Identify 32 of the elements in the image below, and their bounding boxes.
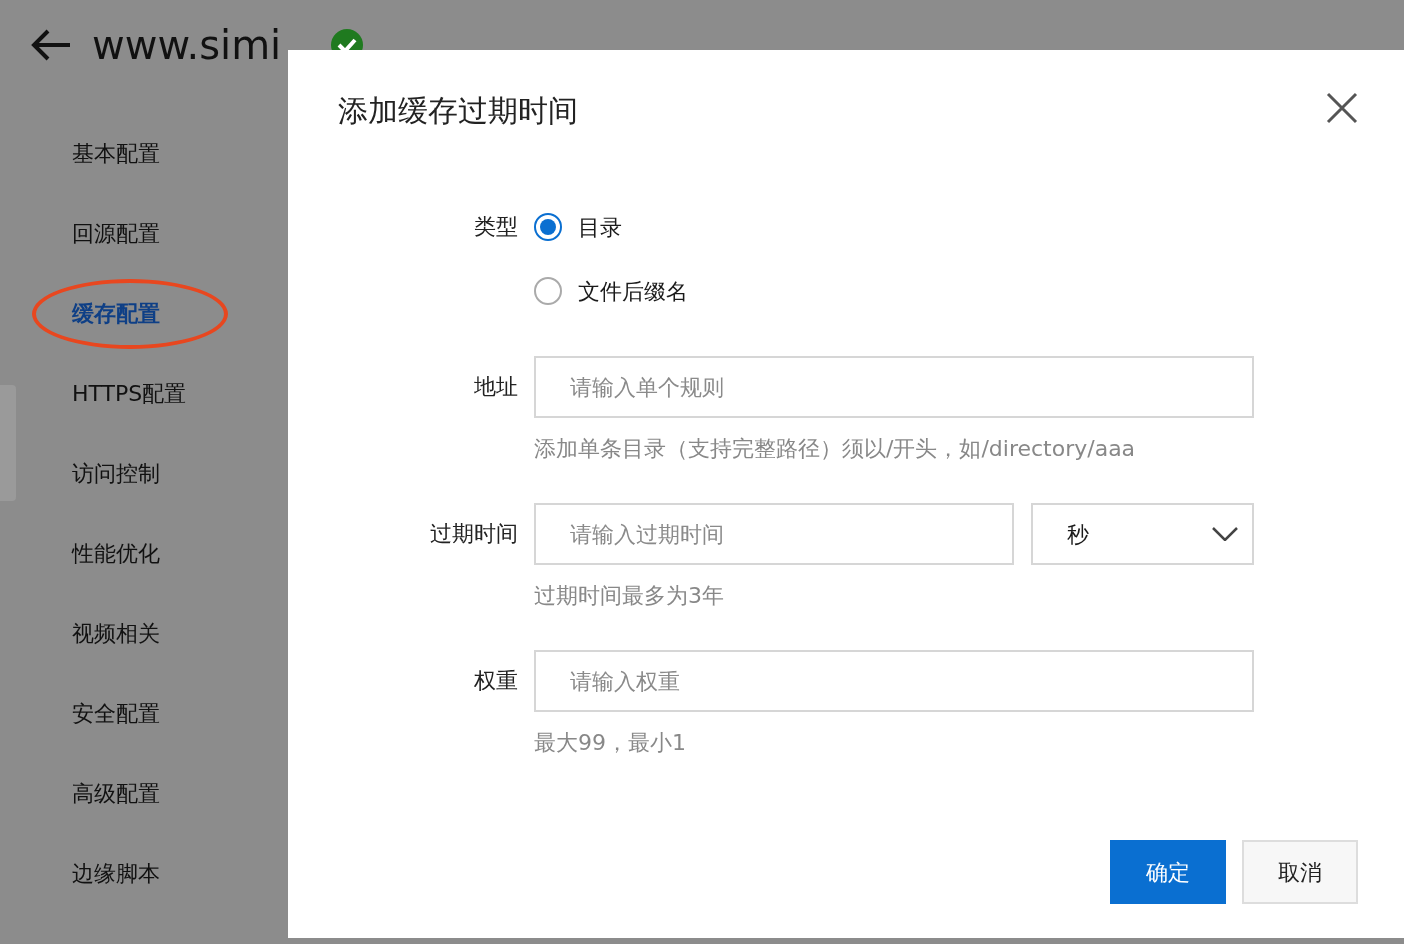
cancel-button[interactable]: 取消 <box>1242 840 1358 904</box>
input-field[interactable]: 请输入权重 <box>534 650 1254 712</box>
help-text: 最大99，最小1 <box>534 729 687 757</box>
site-title: www.simi <box>92 21 282 70</box>
field-label: 类型 <box>473 213 519 241</box>
input-field[interactable]: 请输入过期时间 <box>534 503 1014 565</box>
chevron-down-icon <box>1212 527 1238 541</box>
field-label: 地址 <box>473 373 519 401</box>
sidebar-item[interactable]: 回源配置 <box>72 212 160 256</box>
radio-button[interactable] <box>534 277 562 305</box>
field-label: 过期时间 <box>429 520 519 548</box>
radio-label: 目录 <box>578 213 622 242</box>
sidebar-item[interactable]: HTTPS配置 <box>72 372 187 416</box>
back-arrow-icon[interactable] <box>30 29 72 61</box>
sidebar-item[interactable]: 安全配置 <box>72 692 160 736</box>
sidebar-item[interactable]: 性能优化 <box>72 532 160 576</box>
radio-button[interactable] <box>534 213 562 241</box>
sidebar-item[interactable]: 高级配置 <box>72 772 160 816</box>
dialog-title: 添加缓存过期时间 <box>338 92 578 130</box>
unit-select[interactable]: 秒 <box>1031 503 1254 565</box>
radio-label: 文件后缀名 <box>578 277 688 306</box>
close-button[interactable] <box>1326 92 1358 124</box>
sidebar-item[interactable]: 缓存配置 <box>72 292 160 336</box>
sidebar-item[interactable]: 访问控制 <box>72 452 160 496</box>
help-text: 添加单条目录（支持完整路径）须以/开头，如/directory/aaa <box>534 435 1137 463</box>
sidebar-item[interactable]: 视频相关 <box>72 612 160 656</box>
confirm-button[interactable]: 确定 <box>1110 840 1226 904</box>
help-text: 过期时间最多为3年 <box>534 582 725 610</box>
sidebar-item[interactable]: 基本配置 <box>72 132 160 176</box>
input-field[interactable]: 请输入单个规则 <box>534 356 1254 418</box>
field-label: 权重 <box>473 667 519 695</box>
sidebar-item[interactable]: 边缘脚本 <box>72 852 160 896</box>
